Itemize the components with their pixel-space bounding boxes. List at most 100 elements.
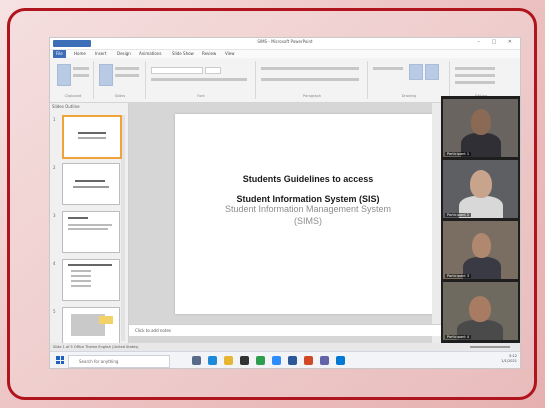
windows-start-icon[interactable] [56, 356, 64, 364]
pane-tabs[interactable]: Slides Outline [52, 104, 80, 109]
word-icon[interactable] [288, 356, 297, 365]
decorative-frame: SIMS - Microsoft PowerPoint – □ ✕ File H… [7, 8, 537, 400]
arrange-button[interactable] [409, 64, 423, 80]
select-button[interactable] [455, 81, 495, 84]
quick-styles-button[interactable] [425, 64, 439, 80]
tab-home[interactable]: Home [74, 51, 86, 56]
video-tile-2[interactable]: Participant 2 [443, 160, 518, 218]
ribbon-group-clipboard: Clipboard [53, 61, 94, 99]
tab-file[interactable]: File [53, 50, 66, 58]
thumb-text [78, 137, 106, 139]
thumb-text [71, 270, 91, 272]
layout-button[interactable] [115, 67, 139, 70]
participant-name: Participant 4 [445, 335, 472, 339]
video-tile-3[interactable]: Participant 3 [443, 221, 518, 279]
ribbon-group-slides: Slides [95, 61, 146, 99]
slide-ghost-line-1: Student Information Management System [224, 204, 392, 214]
screenshot-screen: SIMS - Microsoft PowerPoint – □ ✕ File H… [50, 38, 520, 368]
editor-vertical-scrollbar[interactable] [432, 103, 441, 343]
current-slide[interactable]: Students Guidelines to access Student In… [175, 114, 441, 314]
participant-name: Participant 3 [445, 274, 472, 278]
thumb-number: 4 [53, 261, 56, 266]
reset-button[interactable] [115, 74, 139, 77]
search-placeholder: Search for anything [79, 359, 119, 364]
find-button[interactable] [455, 67, 495, 70]
notes-placeholder: Click to add notes [135, 328, 171, 333]
thumb-text [68, 224, 112, 226]
ribbon-group-editing: Editing [451, 61, 511, 99]
shapes-gallery[interactable] [373, 67, 403, 70]
thumb-number: 5 [53, 309, 56, 314]
tab-slide-show[interactable]: Slide Show [172, 51, 194, 56]
mail-icon[interactable] [336, 356, 345, 365]
slide-thumbnail-pane: Slides Outline 1 2 3 4 5 [50, 103, 129, 349]
slide-ghost-line-2: (SIMS) [294, 216, 322, 226]
window-controls[interactable]: – □ ✕ [477, 39, 517, 45]
teams-icon[interactable] [320, 356, 329, 365]
list-buttons[interactable] [261, 67, 359, 70]
thumb-text [68, 228, 108, 230]
slide-thumbnail-4[interactable] [62, 259, 120, 301]
participant-name: Participant 2 [445, 213, 472, 217]
zoom-icon[interactable] [272, 356, 281, 365]
powerpoint-icon[interactable] [304, 356, 313, 365]
zoom-slider[interactable] [470, 346, 510, 348]
participant-name: Participant 1 [445, 152, 472, 156]
slide-title-line-1[interactable]: Students Guidelines to access [175, 174, 441, 184]
video-tile-1[interactable]: Participant 1 [443, 99, 518, 157]
notes-pane[interactable]: Click to add notes [129, 324, 441, 336]
thumb-text [71, 280, 91, 282]
tab-design[interactable]: Design [117, 51, 131, 56]
chrome-icon[interactable] [256, 356, 265, 365]
taskbar-search-box[interactable]: Search for anything [68, 355, 170, 368]
font-format-buttons[interactable] [151, 78, 247, 81]
thumb-text [68, 264, 112, 266]
status-bar: Slide 1 of 5 Office Theme English (Unite… [50, 343, 520, 351]
status-text: Slide 1 of 5 Office Theme English (Unite… [53, 345, 139, 349]
group-label-font: Font [197, 94, 205, 98]
tab-insert[interactable]: Insert [95, 51, 106, 56]
participant-face [469, 296, 491, 322]
slide-title-line-2[interactable]: Student Information System (SIS) [175, 194, 441, 204]
store-icon[interactable] [240, 356, 249, 365]
group-label-drawing: Drawing [401, 94, 417, 98]
thumb-text [68, 217, 88, 219]
new-slide-button[interactable] [99, 64, 113, 86]
thumb-number: 3 [53, 213, 56, 218]
task-view-icon[interactable] [192, 356, 201, 365]
ribbon-group-paragraph: Paragraph [257, 61, 368, 99]
slide-thumbnail-1[interactable] [62, 115, 122, 159]
font-size-select[interactable] [205, 67, 221, 74]
edge-icon[interactable] [208, 356, 217, 365]
font-name-select[interactable] [151, 67, 203, 74]
thumb-text [71, 275, 91, 277]
ribbon-tabs: File Home Insert Design Animations Slide… [50, 50, 520, 58]
participant-face [470, 170, 492, 198]
replace-button[interactable] [455, 74, 495, 77]
windows-taskbar: Search for anything 5:12 1/1/2021 [50, 351, 520, 368]
cut-button[interactable] [73, 67, 89, 70]
thumb-text [78, 132, 106, 134]
group-label-paragraph: Paragraph [303, 94, 321, 98]
tab-review[interactable]: Review [202, 51, 216, 56]
slide-thumbnail-3[interactable] [62, 211, 120, 253]
group-label-clipboard: Clipboard [64, 94, 82, 98]
slide-editing-area: Students Guidelines to access Student In… [129, 103, 441, 343]
thumb-text [73, 186, 109, 188]
thumb-text [75, 180, 105, 182]
video-call-panel: Participant 1 Participant 2 Participant … [441, 96, 520, 351]
tab-animations[interactable]: Animations [139, 51, 161, 56]
paste-button[interactable] [57, 64, 71, 86]
group-label-slides: Slides [114, 94, 126, 98]
tab-view[interactable]: View [225, 51, 235, 56]
video-tile-4[interactable]: Participant 4 [443, 282, 518, 340]
window-title: SIMS - Microsoft PowerPoint [257, 39, 313, 44]
system-tray[interactable]: 5:12 1/1/2021 [501, 354, 517, 364]
copy-button[interactable] [73, 74, 89, 77]
thumb-text [71, 285, 91, 287]
participant-face [472, 233, 491, 258]
slide-thumbnail-2[interactable] [62, 163, 120, 205]
participant-face [471, 109, 491, 135]
align-buttons[interactable] [261, 78, 359, 81]
file-explorer-icon[interactable] [224, 356, 233, 365]
